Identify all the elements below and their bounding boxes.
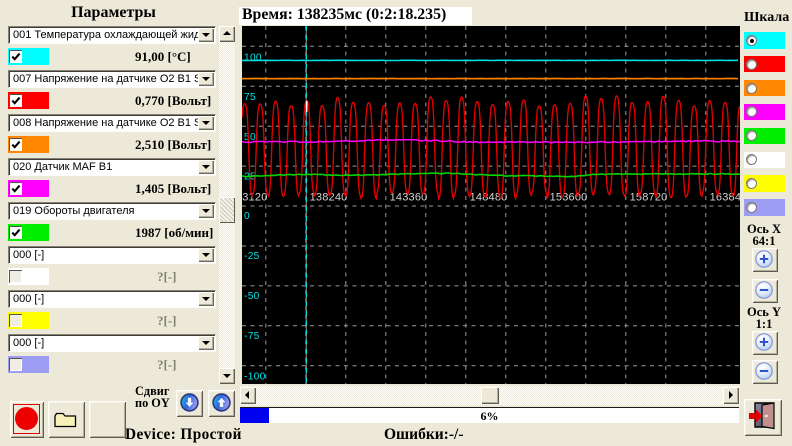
svg-text:100: 100 bbox=[244, 53, 262, 64]
svg-text:133120: 133120 bbox=[242, 192, 268, 204]
svg-text:-75: -75 bbox=[244, 331, 260, 342]
svg-text:153600: 153600 bbox=[550, 192, 588, 204]
svg-text:-100: -100 bbox=[244, 372, 266, 383]
svg-text:158720: 158720 bbox=[630, 192, 668, 204]
svg-text:-50: -50 bbox=[244, 291, 260, 302]
svg-text:0: 0 bbox=[244, 211, 250, 222]
svg-text:-25: -25 bbox=[244, 251, 260, 262]
svg-text:163840: 163840 bbox=[710, 192, 740, 204]
svg-text:75: 75 bbox=[244, 92, 256, 103]
